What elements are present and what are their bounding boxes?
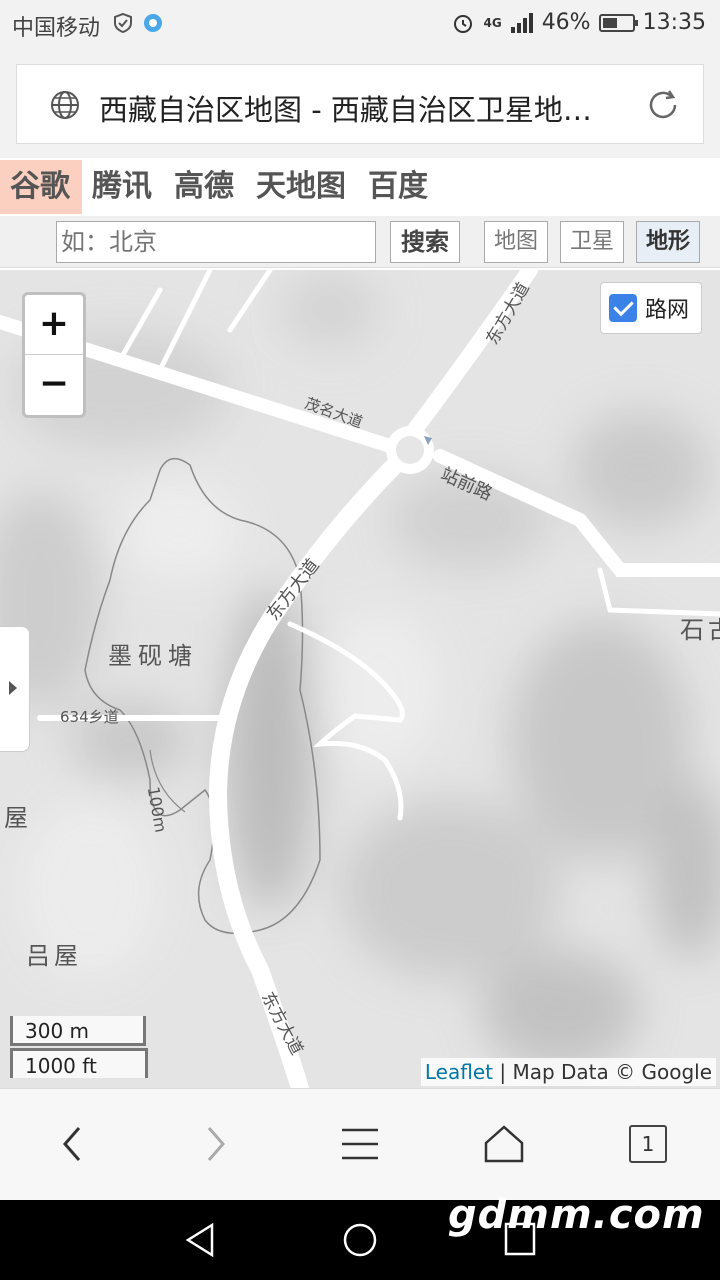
provider-tabs: 谷歌 腾讯 高德 天地图 百度 [0,160,720,214]
web-page: 谷歌 腾讯 高德 天地图 百度 搜索 地图 卫星 地形 [0,158,720,1088]
url-bar[interactable]: 西藏自治区地图 - 西藏自治区卫星地… [16,64,704,144]
alarm-icon [454,14,473,33]
road-layer-toggle[interactable]: 路网 [600,282,702,334]
battery-percent: 46% [541,10,591,35]
attribution-text: | Map Data © Google [499,1060,712,1084]
tab-tianditu[interactable]: 天地图 [246,160,358,214]
clock: 13:35 [642,10,706,35]
reload-icon[interactable] [645,87,681,123]
globe-icon [51,91,79,119]
road-label: 634乡道 [60,708,119,726]
mode-satellite-button[interactable]: 卫星 [560,221,624,263]
system-back-icon[interactable] [184,1222,216,1258]
back-button[interactable] [42,1119,102,1169]
battery-icon [598,13,638,32]
tab-tencent[interactable]: 腾讯 [82,160,164,214]
page-title: 西藏自治区地图 - 西藏自治区卫星地… [99,93,592,127]
system-home-icon[interactable] [342,1222,378,1258]
home-button[interactable] [474,1119,534,1169]
home-icon [484,1125,524,1163]
tab-count: 1 [629,1125,667,1163]
menu-button[interactable] [330,1119,390,1169]
search-input[interactable] [56,221,376,263]
status-bar: 中国移动 4G 46% 13:35 [0,0,720,50]
checkbox-checked-icon[interactable] [609,294,637,322]
zoom-control: + − [22,292,86,418]
forward-button[interactable] [186,1119,246,1169]
road-layer-label: 路网 [645,298,690,323]
tab-amap[interactable]: 高德 [164,160,246,214]
place-label: 吕屋 [26,942,82,970]
search-row: 搜索 地图 卫星 地形 [0,216,720,268]
tab-baidu[interactable]: 百度 [358,160,440,214]
scale-imperial: 1000 ft [10,1048,148,1078]
zoom-out-button[interactable]: − [25,355,83,415]
mode-map-button[interactable]: 地图 [484,221,548,263]
place-label: 墨砚塘 [108,642,198,670]
network-type: 4G [483,15,502,30]
terrain-map [0,270,720,1088]
mode-terrain-button[interactable]: 地形 [636,221,700,263]
scale-bar: 300 m 1000 ft [10,1016,148,1078]
chevron-right-icon [9,681,17,695]
tabs-button[interactable]: 1 [618,1119,678,1169]
watermark: gdmm.com [448,1192,705,1238]
shield-icon [114,12,132,34]
back-arrow-icon [63,1127,81,1161]
leaflet-link[interactable]: Leaflet [425,1060,493,1084]
place-label: 石古 [680,616,720,644]
place-label: 屋 [4,804,28,832]
forward-arrow-icon [207,1127,225,1161]
side-panel-toggle[interactable] [0,626,30,752]
app-notification-icon [144,14,162,32]
browser-toolbar: 1 [0,1088,720,1200]
map-view[interactable]: 东方大道 茂名大道 站前路 东方大道 东方大道 墨砚塘 634乡道 100m 石… [0,270,720,1088]
map-attribution: Leaflet | Map Data © Google [420,1058,716,1086]
zoom-in-button[interactable]: + [25,295,83,355]
system-navigation-bar: gdmm.com [0,1192,720,1280]
carrier-name: 中国移动 [12,16,101,41]
search-button[interactable]: 搜索 [390,221,460,263]
signal-icon [510,12,533,33]
menu-icon [342,1128,378,1160]
scale-metric: 300 m [10,1016,146,1046]
tab-google[interactable]: 谷歌 [0,160,82,214]
